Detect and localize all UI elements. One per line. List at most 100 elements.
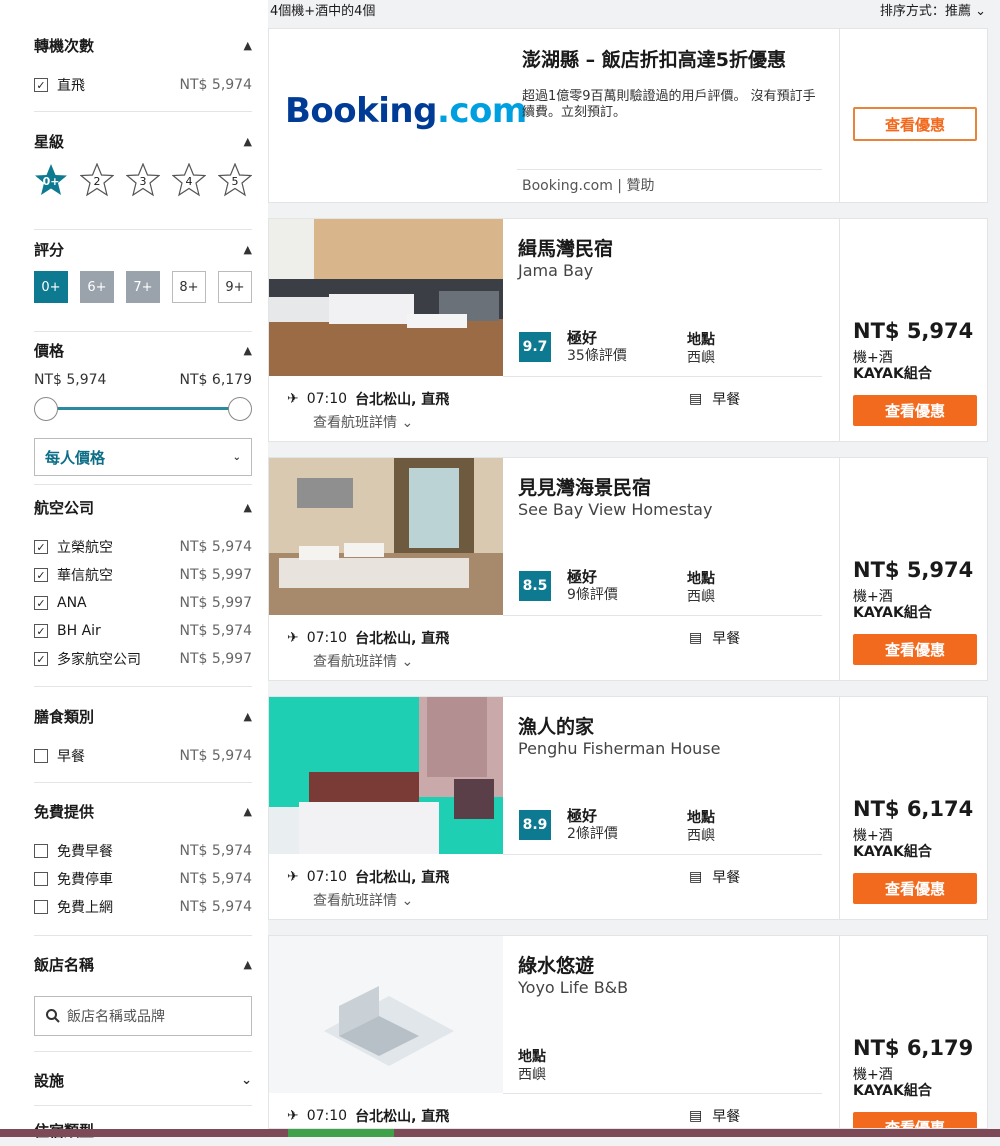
star-option-0[interactable]: 0+ — [34, 163, 68, 197]
chevron-up-icon[interactable]: ▲ — [244, 344, 252, 357]
filter-price-header[interactable]: 價格 ▲ — [34, 340, 252, 360]
hotel-result-card[interactable]: 綠水悠遊 Yoyo Life B&B 地點 西嶼 ✈ 07:10 台北松山, 直… — [268, 935, 988, 1129]
review-count[interactable]: 35條評價 — [567, 345, 627, 365]
sort-dropdown[interactable]: 排序方式：推薦 ⌄ — [880, 0, 986, 19]
sponsored-ad-card[interactable]: Booking.com 澎湖縣 – 飯店折扣高達5折優惠 超過1億零9百萬則驗證… — [268, 28, 988, 203]
star-option-3[interactable]: 3 — [125, 162, 161, 197]
hotel-name[interactable]: 漁人的家 — [518, 712, 594, 739]
filter-stars: 星級 ▲ 0+ 2 3 4 5 — [34, 112, 253, 230]
flight-route: 台北松山, 直飛 — [355, 392, 450, 408]
hotel-name[interactable]: 緝馬灣民宿 — [518, 234, 613, 261]
filter-option-label: 早餐 — [57, 749, 85, 765]
filter-meals: 膳食類別 ▲ 早餐 NT$ 5,974 — [34, 687, 252, 783]
filter-score-header[interactable]: 評分 ▲ — [34, 239, 252, 259]
view-deal-button[interactable]: 查看優惠 — [853, 634, 977, 665]
checkbox-unchecked-icon[interactable] — [34, 872, 48, 886]
hotel-photo[interactable] — [269, 219, 503, 376]
score-option-8[interactable]: 8+ — [172, 271, 206, 303]
filter-stops-header[interactable]: 轉機次數 ▲ — [34, 35, 252, 55]
hotel-photo[interactable] — [269, 697, 503, 854]
chevron-up-icon[interactable]: ▲ — [244, 805, 252, 818]
hotel-result-card[interactable]: 緝馬灣民宿 Jama Bay 9.7 極好 35條評價 地點 西嶼 ✈ 07:1… — [268, 218, 988, 442]
filter-facilities-header[interactable]: 設施 ⌄ — [34, 1070, 252, 1090]
star-option-2[interactable]: 2 — [79, 162, 115, 197]
filter-stars-header[interactable]: 星級 ▲ — [34, 131, 252, 151]
score-option-7[interactable]: 7+ — [126, 271, 160, 303]
checkbox-checked-icon[interactable]: ✓ — [34, 78, 48, 92]
review-count[interactable]: 9條評價 — [567, 584, 618, 604]
score-option-6[interactable]: 6+ — [80, 271, 114, 303]
price-range-slider[interactable] — [34, 394, 252, 424]
filter-option-airline[interactable]: ✓ 多家航空公司 NT$ 5,997 — [34, 645, 252, 673]
filter-option-price: NT$ 5,974 — [179, 77, 252, 93]
hotel-name-search-input[interactable]: 飯店名稱或品牌 — [34, 996, 252, 1036]
filter-option-airline[interactable]: ✓ ANA NT$ 5,997 — [34, 589, 252, 617]
checkbox-unchecked-icon[interactable] — [34, 844, 48, 858]
hotel-result-card[interactable]: 見見灣海景民宿 See Bay View Homestay 8.5 極好 9條評… — [268, 457, 988, 681]
hotel-english-name: Penghu Fisherman House — [518, 739, 721, 758]
flight-details-label: 查看航班詳情 — [313, 415, 397, 431]
hotel-result-card[interactable]: 漁人的家 Penghu Fisherman House 8.9 極好 2條評價 … — [268, 696, 988, 920]
view-deal-button[interactable]: 查看優惠 — [853, 1112, 977, 1128]
view-deal-button[interactable]: 查看優惠 — [853, 107, 977, 141]
price-slider-max-handle[interactable] — [228, 397, 252, 421]
review-count[interactable]: 2條評價 — [567, 823, 618, 843]
chevron-up-icon[interactable]: ▲ — [244, 958, 252, 971]
filter-option-label: BH Air — [57, 623, 101, 639]
filter-option-airline[interactable]: ✓ 立榮航空 NT$ 5,974 — [34, 533, 252, 561]
star-option-5[interactable]: 5 — [217, 162, 253, 197]
filter-hotel-name-header[interactable]: 飯店名稱 ▲ — [34, 954, 252, 974]
filter-option-free-wifi[interactable]: 免費上網 NT$ 5,974 — [34, 893, 252, 921]
hotel-photo[interactable] — [269, 458, 503, 615]
checkbox-checked-icon[interactable]: ✓ — [34, 624, 48, 638]
meal-label: 早餐 — [712, 631, 741, 647]
filter-lodging: 住宿類型 ⌄ — [34, 1106, 252, 1146]
flight-details-link[interactable]: 查看航班詳情 ⌄ — [313, 890, 413, 910]
filter-option-breakfast[interactable]: 早餐 NT$ 5,974 — [34, 742, 252, 770]
chevron-down-icon[interactable]: ⌄ — [241, 1073, 252, 1088]
airplane-icon: ✈ — [287, 391, 299, 407]
flight-details-link[interactable]: 查看航班詳情 ⌄ — [313, 651, 413, 671]
bed-icon: ▤ — [689, 869, 703, 885]
score-option-0[interactable]: 0+ — [34, 271, 68, 303]
filter-airlines-header[interactable]: 航空公司 ▲ — [34, 497, 252, 517]
price-slider-min-handle[interactable] — [34, 397, 58, 421]
filter-option-free-parking[interactable]: 免費停車 NT$ 5,974 — [34, 865, 252, 893]
filter-option-free-breakfast[interactable]: 免費早餐 NT$ 5,974 — [34, 837, 252, 865]
filter-option-nonstop[interactable]: ✓ 直飛 NT$ 5,974 — [34, 71, 252, 99]
price-mode-value: 每人價格 — [45, 448, 106, 467]
ad-separator — [517, 169, 822, 170]
star-option-4[interactable]: 4 — [171, 162, 207, 197]
chevron-up-icon[interactable]: ▲ — [244, 243, 252, 256]
chevron-up-icon[interactable]: ▲ — [244, 710, 252, 723]
chevron-up-icon[interactable]: ▲ — [244, 135, 252, 148]
ad-title[interactable]: 澎湖縣 – 飯店折扣高達5折優惠 — [522, 45, 786, 72]
checkbox-checked-icon[interactable]: ✓ — [34, 652, 48, 666]
flight-details-link[interactable]: 查看航班詳情 ⌄ — [313, 412, 413, 432]
chevron-up-icon[interactable]: ▲ — [244, 501, 252, 514]
taskbar-active-tab[interactable] — [288, 1129, 394, 1137]
view-deal-button[interactable]: 查看優惠 — [853, 395, 977, 426]
filter-option-price: NT$ 5,974 — [179, 748, 252, 764]
checkbox-checked-icon[interactable]: ✓ — [34, 596, 48, 610]
score-option-9[interactable]: 9+ — [218, 271, 252, 303]
view-deal-button[interactable]: 查看優惠 — [853, 873, 977, 904]
filter-free-header[interactable]: 免費提供 ▲ — [34, 801, 252, 821]
flight-route: 台北松山, 直飛 — [355, 1109, 450, 1125]
hotel-photo-placeholder[interactable] — [269, 936, 503, 1093]
filter-meals-header[interactable]: 膳食類別 ▲ — [34, 706, 252, 726]
chevron-up-icon[interactable]: ▲ — [244, 39, 252, 52]
chevron-down-icon: ⌄ — [401, 415, 414, 431]
checkbox-checked-icon[interactable]: ✓ — [34, 568, 48, 582]
checkbox-unchecked-icon[interactable] — [34, 749, 48, 763]
filter-option-airline[interactable]: ✓ BH Air NT$ 5,974 — [34, 617, 252, 645]
hotel-name[interactable]: 見見灣海景民宿 — [518, 473, 651, 500]
filter-option-label: 華信航空 — [57, 568, 113, 584]
filter-option-airline[interactable]: ✓ 華信航空 NT$ 5,997 — [34, 561, 252, 589]
search-icon — [46, 1009, 60, 1023]
price-mode-select[interactable]: 每人價格 ⌄ — [34, 438, 252, 476]
hotel-name[interactable]: 綠水悠遊 — [518, 951, 594, 978]
flight-info: ✈ 07:10 台北松山, 直飛 — [287, 867, 449, 887]
checkbox-checked-icon[interactable]: ✓ — [34, 540, 48, 554]
checkbox-unchecked-icon[interactable] — [34, 900, 48, 914]
